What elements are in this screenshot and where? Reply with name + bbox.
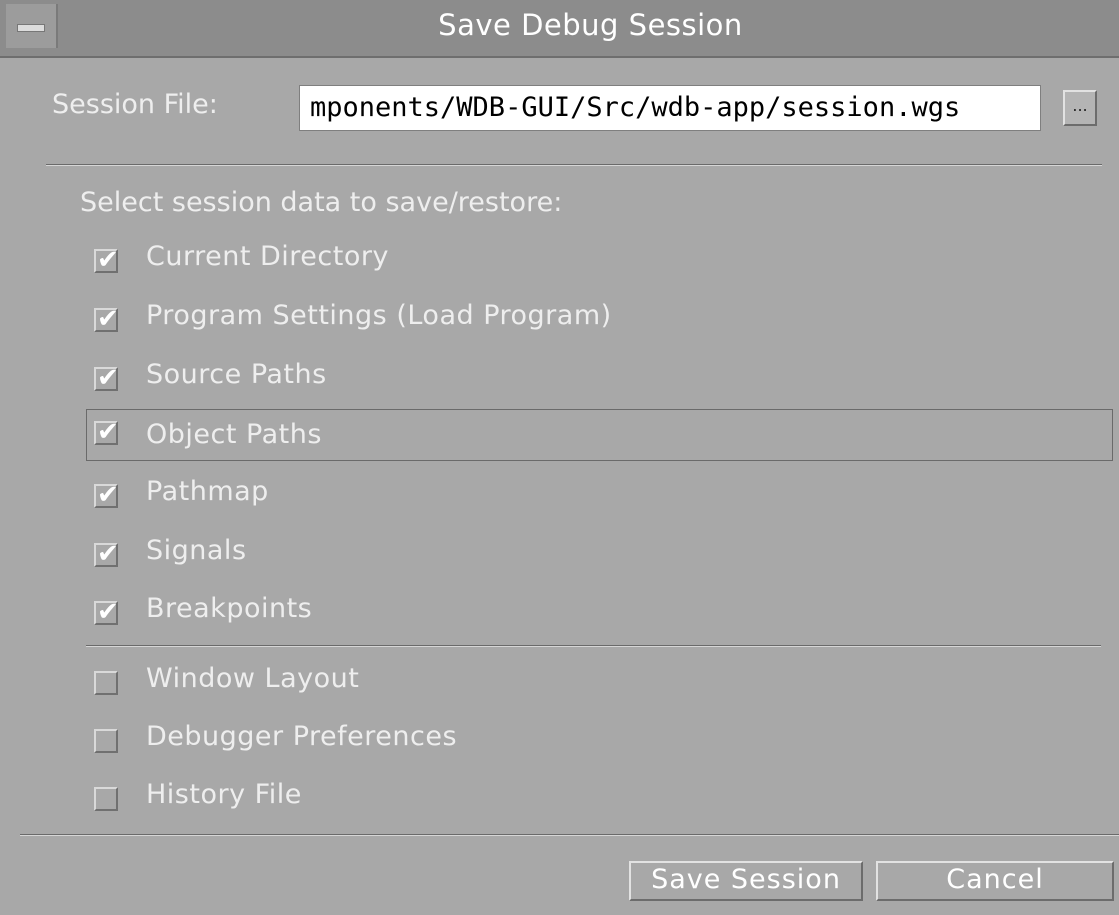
option-label: History File	[146, 779, 302, 810]
save-session-button[interactable]: Save Session	[629, 861, 863, 901]
option-label: Breakpoints	[146, 593, 313, 624]
option-label: Object Paths	[146, 419, 322, 450]
option-label: Pathmap	[146, 476, 269, 507]
option-label: Program Settings (Load Program)	[146, 300, 612, 331]
section-label: Select session data to save/restore:	[80, 187, 563, 218]
checkmark-icon: ✔	[97, 245, 119, 275]
checkmark-icon: ✔	[97, 363, 119, 393]
option-label: Window Layout	[146, 663, 360, 694]
checkbox[interactable]	[94, 671, 118, 695]
session-file-label: Session File:	[52, 89, 218, 120]
checkbox[interactable]	[94, 729, 118, 753]
separator-top	[46, 164, 1102, 166]
cancel-button[interactable]: Cancel	[876, 861, 1114, 901]
session-file-input[interactable]: mponents/WDB-GUI/Src/wdb-app/session.wgs	[299, 85, 1041, 131]
checkmark-icon: ✔	[97, 417, 119, 447]
checkbox[interactable]: ✔	[94, 363, 119, 393]
browse-button[interactable]: ...	[1063, 90, 1097, 126]
window-menu-button[interactable]	[6, 4, 58, 48]
checkbox[interactable]: ✔	[94, 245, 119, 275]
separator-middle	[86, 645, 1101, 647]
window-menu-icon	[17, 24, 45, 32]
option-object-paths[interactable]: ✔ Object Paths	[86, 409, 1113, 461]
option-label: Current Directory	[146, 241, 389, 272]
checkbox[interactable]: ✔	[94, 539, 119, 569]
checkmark-icon: ✔	[97, 304, 119, 334]
option-label: Source Paths	[146, 359, 327, 390]
option-label: Signals	[146, 535, 247, 566]
title-bar[interactable]: Save Debug Session	[0, 0, 1119, 58]
window-title: Save Debug Session	[438, 8, 743, 42]
save-debug-session-dialog: Save Debug Session Session File: mponent…	[0, 0, 1119, 915]
checkmark-icon: ✔	[97, 597, 119, 627]
session-file-value: mponents/WDB-GUI/Src/wdb-app/session.wgs	[310, 92, 961, 123]
checkmark-icon: ✔	[97, 539, 119, 569]
checkbox[interactable]: ✔	[94, 480, 119, 510]
checkbox[interactable]	[94, 787, 118, 811]
checkmark-icon: ✔	[97, 480, 119, 510]
checkbox[interactable]: ✔	[94, 304, 119, 334]
checkbox[interactable]: ✔	[94, 417, 119, 447]
separator-bottom	[20, 834, 1119, 836]
option-label: Debugger Preferences	[146, 721, 458, 752]
checkbox[interactable]: ✔	[94, 597, 119, 627]
